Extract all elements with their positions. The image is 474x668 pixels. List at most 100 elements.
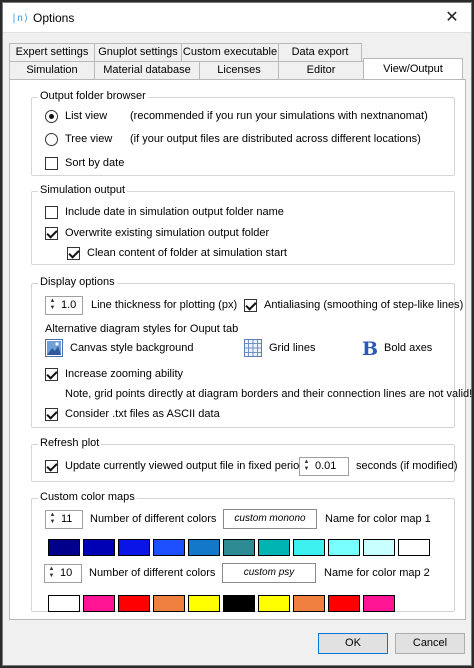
color-swatch[interactable] <box>83 595 115 612</box>
map1-name-field[interactable]: custom monono <box>223 509 317 529</box>
color-swatch[interactable] <box>363 595 395 612</box>
map1-swatches <box>48 539 433 556</box>
output-folder-title: Output folder browser <box>38 90 148 102</box>
sort-by-date-label: Sort by date <box>65 157 125 169</box>
map1-name-label: Name for color map 1 <box>325 513 431 525</box>
alt-styles-label: Alternative diagram styles for Ouput tab <box>45 323 239 335</box>
ok-button[interactable]: OK <box>318 633 388 654</box>
tab-view-output[interactable]: View/Output <box>363 58 463 79</box>
seconds-label: seconds (if modified) <box>356 460 458 472</box>
sort-by-date-checkbox[interactable] <box>45 157 58 170</box>
canvas-style-icon[interactable] <box>45 339 63 357</box>
line-thickness-spinner[interactable]: ▲ ▼ 1.0 <box>45 296 83 315</box>
bold-axes-icon[interactable]: B <box>362 338 378 360</box>
title-bar: |n⟩ Options ✕ <box>3 3 471 33</box>
spinner-arrows-icon[interactable]: ▲ ▼ <box>46 566 57 581</box>
tab-gnuplot-settings[interactable]: Gnuplot settings <box>94 43 182 61</box>
overwrite-label: Overwrite existing simulation output fol… <box>65 227 270 239</box>
tab-editor[interactable]: Editor <box>278 61 364 79</box>
color-swatch[interactable] <box>188 595 220 612</box>
list-view-label: List view <box>65 110 108 122</box>
tab-row-front: Simulation Material database Licenses Ed… <box>9 58 463 79</box>
antialiasing-checkbox[interactable] <box>244 299 257 312</box>
close-icon[interactable]: ✕ <box>435 3 469 33</box>
include-date-label: Include date in simulation output folder… <box>65 206 284 218</box>
tab-custom-executable[interactable]: Custom executable <box>181 43 279 61</box>
cancel-button[interactable]: Cancel <box>395 633 465 654</box>
color-swatch[interactable] <box>118 595 150 612</box>
view-output-page: Output folder browser List view (recomme… <box>9 79 472 620</box>
grid-lines-label[interactable]: Grid lines <box>269 342 315 354</box>
spinner-arrows-icon[interactable]: ▲ ▼ <box>47 298 58 313</box>
tree-view-note: (if your output files are distributed ac… <box>130 133 421 145</box>
map2-count-spinner[interactable]: ▲ ▼ 10 <box>44 564 82 583</box>
ascii-checkbox[interactable] <box>45 408 58 421</box>
line-thickness-value: 1.0 <box>61 299 77 311</box>
ascii-label: Consider .txt files as ASCII data <box>65 408 220 420</box>
refresh-plot-title: Refresh plot <box>38 437 102 449</box>
update-period-checkbox[interactable] <box>45 460 58 473</box>
color-swatch[interactable] <box>48 595 80 612</box>
color-swatch[interactable] <box>48 539 80 556</box>
period-value: 0.01 <box>315 460 337 472</box>
map1-count-spinner[interactable]: ▲ ▼ 11 <box>45 510 83 529</box>
simulation-output-group: Simulation output Include date in simula… <box>31 184 455 265</box>
color-swatch[interactable] <box>398 539 430 556</box>
map1-count-label: Number of different colors <box>90 513 217 525</box>
color-swatch[interactable] <box>293 539 325 556</box>
tab-expert-settings[interactable]: Expert settings <box>9 43 95 61</box>
color-swatch[interactable] <box>328 595 360 612</box>
color-swatch[interactable] <box>328 539 360 556</box>
bold-axes-label[interactable]: Bold axes <box>384 342 432 354</box>
list-view-note: (recommended if you run your simulations… <box>130 110 428 122</box>
map2-count-label: Number of different colors <box>89 567 216 579</box>
color-swatch[interactable] <box>258 595 290 612</box>
clean-folder-label: Clean content of folder at simulation st… <box>87 247 287 259</box>
period-spinner[interactable]: ▲ ▼ 0.01 <box>299 457 349 476</box>
tab-simulation[interactable]: Simulation <box>9 61 95 79</box>
color-swatch[interactable] <box>83 539 115 556</box>
tab-material-database[interactable]: Material database <box>94 61 200 79</box>
tab-data-export[interactable]: Data export <box>278 43 362 61</box>
map2-swatches <box>48 595 398 612</box>
tree-view-radio[interactable] <box>45 133 58 146</box>
update-period-label: Update currently viewed output file in f… <box>65 460 318 472</box>
color-swatch[interactable] <box>223 539 255 556</box>
zooming-checkbox[interactable] <box>45 368 58 381</box>
overwrite-checkbox[interactable] <box>45 227 58 240</box>
color-swatch[interactable] <box>153 539 185 556</box>
refresh-plot-group: Refresh plot Update currently viewed out… <box>31 437 458 482</box>
grid-note: Note, grid points directly at diagram bo… <box>65 388 473 400</box>
map1-count-value: 11 <box>61 513 73 525</box>
grid-lines-icon[interactable] <box>244 339 262 357</box>
output-folder-group: Output folder browser List view (recomme… <box>31 90 455 176</box>
color-swatch[interactable] <box>188 539 220 556</box>
app-icon: |n⟩ <box>11 13 30 24</box>
spinner-arrows-icon[interactable]: ▲ ▼ <box>47 512 58 527</box>
color-swatch[interactable] <box>223 595 255 612</box>
simulation-output-title: Simulation output <box>38 184 127 196</box>
color-swatch[interactable] <box>153 595 185 612</box>
include-date-checkbox[interactable] <box>45 206 58 219</box>
list-view-radio[interactable] <box>45 110 58 123</box>
map2-name-label: Name for color map 2 <box>324 567 430 579</box>
color-swatch[interactable] <box>258 539 290 556</box>
color-maps-title: Custom color maps <box>38 491 137 503</box>
line-thickness-label: Line thickness for plotting (px) <box>91 299 238 311</box>
zooming-label: Increase zooming ability <box>65 368 184 380</box>
color-swatch[interactable] <box>363 539 395 556</box>
tab-row-back: Expert settings Gnuplot settings Custom … <box>9 43 362 61</box>
map2-name-field[interactable]: custom psy <box>222 563 316 583</box>
map2-count-value: 10 <box>60 567 73 579</box>
spinner-arrows-icon[interactable]: ▲ ▼ <box>301 459 312 474</box>
display-options-group: Display options ▲ ▼ 1.0 Line thickness fo… <box>31 276 472 428</box>
display-options-title: Display options <box>38 276 117 288</box>
color-swatch[interactable] <box>293 595 325 612</box>
clean-folder-checkbox[interactable] <box>67 247 80 260</box>
canvas-style-label[interactable]: Canvas style background <box>70 342 194 354</box>
window-title: Options <box>33 11 75 25</box>
options-window: |n⟩ Options ✕ Expert settings Gnuplot se… <box>2 2 472 666</box>
tab-licenses[interactable]: Licenses <box>199 61 279 79</box>
color-swatch[interactable] <box>118 539 150 556</box>
tree-view-label: Tree view <box>65 133 113 145</box>
